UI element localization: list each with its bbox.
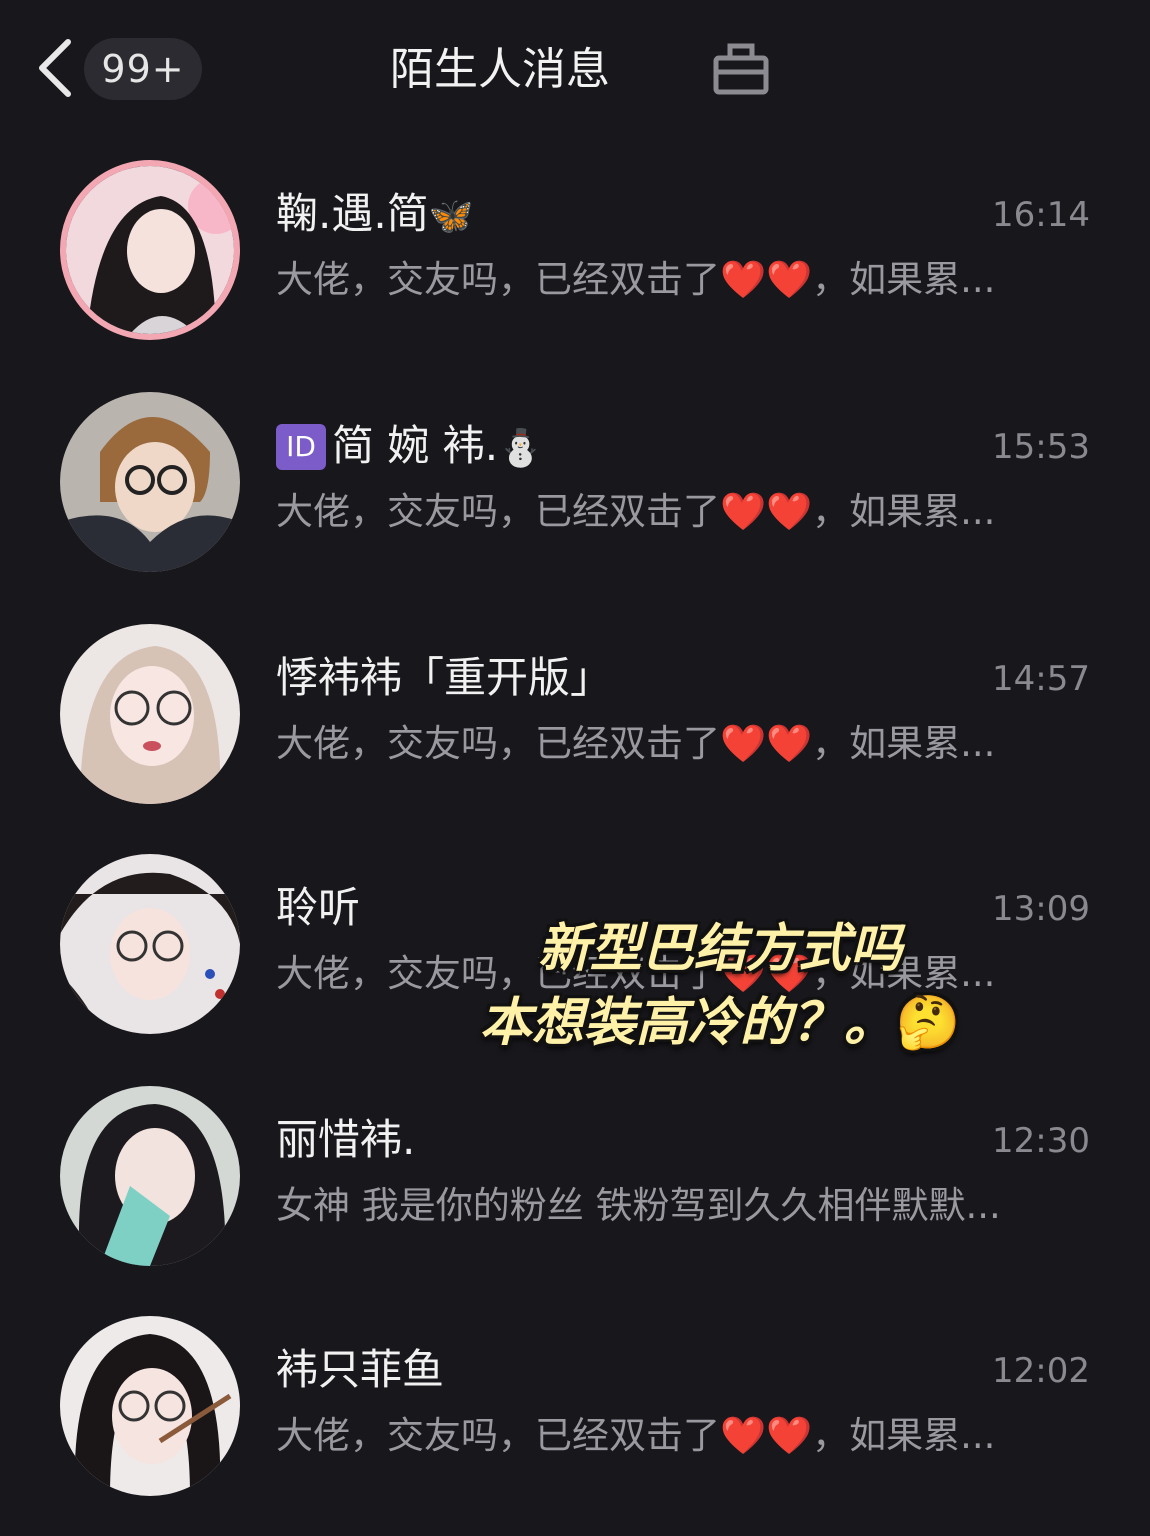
contact-name: 悸袆袆「重开版」 bbox=[276, 653, 613, 702]
chevron-left-icon[interactable] bbox=[34, 36, 78, 100]
contact-name-text: 简 婉 袆. bbox=[332, 421, 499, 470]
page-title: 陌生人消息 bbox=[390, 44, 610, 95]
caption-line-2: 本想装高冷的？。🤔 bbox=[430, 986, 1010, 1060]
avatar[interactable] bbox=[60, 1086, 240, 1266]
avatar[interactable] bbox=[60, 624, 240, 804]
avatar[interactable] bbox=[60, 1316, 240, 1496]
message-preview: 大佬，交友吗，已经双击了❤️❤️，如果累... bbox=[276, 258, 996, 301]
stranger-messages-screen: 99+ 陌生人消息 鞠.遇.简🦋 16:14 大佬，交友吗，已经双击了❤️❤️，… bbox=[0, 0, 1150, 1536]
avatar[interactable] bbox=[60, 854, 240, 1034]
conversation-row[interactable]: 袆只菲鱼 12:02 大佬，交友吗，已经双击了❤️❤️，如果累... bbox=[0, 1316, 1150, 1526]
conversation-row[interactable]: 鞠.遇.简🦋 16:14 大佬，交友吗，已经双击了❤️❤️，如果累... bbox=[0, 160, 1150, 370]
thinking-face-icon: 🤔 bbox=[895, 993, 961, 1053]
message-time: 15:53 bbox=[992, 427, 1090, 467]
overlay-caption: 新型巴结方式吗 本想装高冷的？。🤔 bbox=[430, 912, 1010, 1072]
message-time: 12:30 bbox=[992, 1121, 1090, 1161]
avatar[interactable] bbox=[60, 392, 240, 572]
butterfly-icon: 🦋 bbox=[428, 196, 474, 237]
top-bar: 99+ 陌生人消息 bbox=[0, 0, 1150, 140]
contact-name-text: 鞠.遇.简 bbox=[276, 189, 429, 238]
message-preview: 女神 我是你的粉丝 铁粉驾到久久相伴默默... bbox=[276, 1184, 1001, 1227]
snowman-icon: ⛄ bbox=[498, 428, 543, 469]
message-preview: 大佬，交友吗，已经双击了❤️❤️，如果累... bbox=[276, 722, 996, 765]
message-time: 12:02 bbox=[992, 1351, 1090, 1391]
inbox-box-icon[interactable] bbox=[712, 40, 770, 96]
conversation-row[interactable]: ID 简 婉 袆.⛄ 15:53 大佬，交友吗，已经双击了❤️❤️，如果累... bbox=[0, 392, 1150, 602]
contact-name: 袆只菲鱼 bbox=[276, 1345, 445, 1394]
unread-count-badge[interactable]: 99+ bbox=[84, 38, 202, 100]
caption-line-2-text: 本想装高冷的？。 bbox=[479, 993, 896, 1053]
avatar[interactable] bbox=[60, 160, 240, 340]
contact-name: 丽惜袆. bbox=[276, 1115, 416, 1164]
contact-name: 聆听 bbox=[276, 883, 361, 932]
contact-name: ID 简 婉 袆.⛄ bbox=[276, 416, 543, 476]
contact-name: 鞠.遇.简🦋 bbox=[276, 184, 474, 244]
message-preview: 大佬，交友吗，已经双击了❤️❤️，如果累... bbox=[276, 490, 996, 533]
message-time: 14:57 bbox=[992, 659, 1090, 699]
conversation-row[interactable]: 悸袆袆「重开版」 14:57 大佬，交友吗，已经双击了❤️❤️，如果累... bbox=[0, 624, 1150, 834]
conversation-row[interactable]: 丽惜袆. 12:30 女神 我是你的粉丝 铁粉驾到久久相伴默默... bbox=[0, 1086, 1150, 1296]
caption-line-1: 新型巴结方式吗 bbox=[537, 919, 902, 979]
message-preview: 大佬，交友吗，已经双击了❤️❤️，如果累... bbox=[276, 1414, 996, 1457]
message-time: 16:14 bbox=[992, 195, 1090, 235]
id-badge-icon: ID bbox=[276, 424, 326, 470]
